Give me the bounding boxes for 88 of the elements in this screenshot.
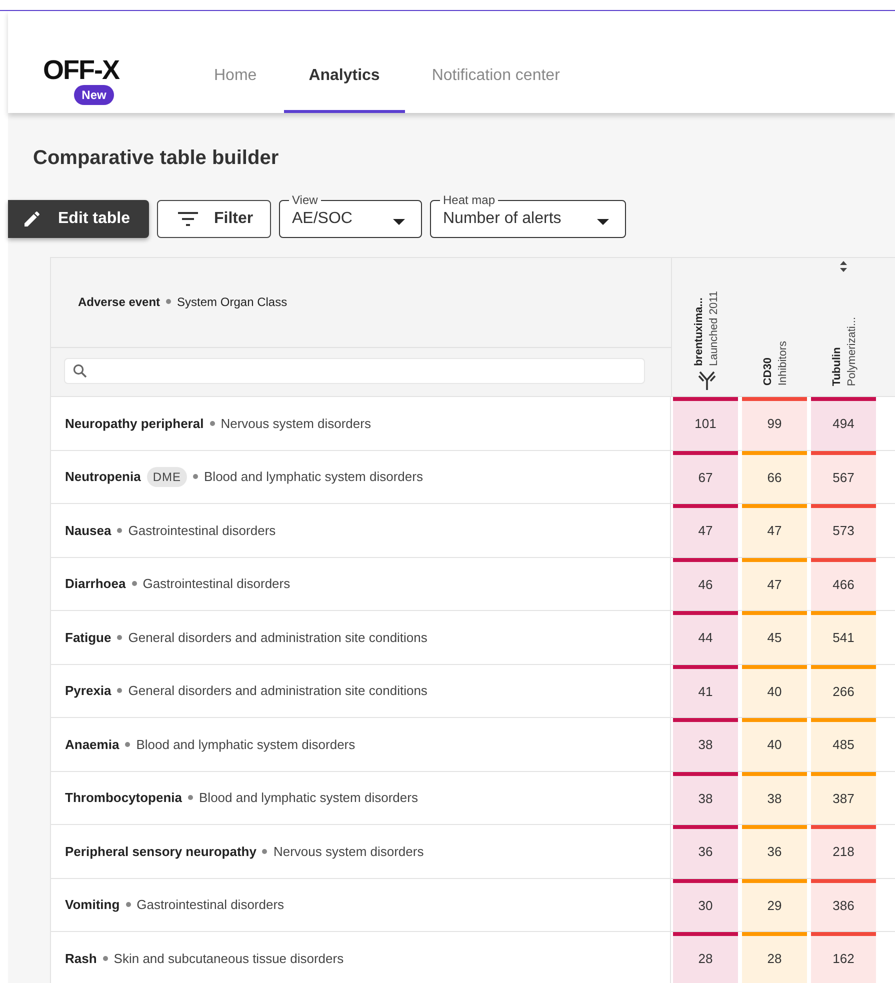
adverse-event: Neuropathy peripheral — [65, 416, 204, 431]
field-label: View — [291, 193, 319, 207]
heat-cell: 41 — [673, 664, 738, 717]
organ-class: General disorders and administration site conditions — [128, 630, 428, 645]
heat-cell: 387 — [811, 772, 876, 824]
dme-tag: DME — [146, 466, 188, 487]
heat-cell: 29 — [742, 878, 807, 931]
adverse-event: Rash — [65, 950, 97, 966]
filter-icon — [178, 212, 198, 226]
heat-cell: 38 — [742, 772, 807, 824]
page-title: Comparative table builder — [33, 147, 280, 171]
heat-cell: 541 — [811, 611, 876, 664]
heat-cell: 45 — [742, 611, 807, 664]
heat-cell: 44 — [673, 611, 738, 664]
heat-map-dropdown[interactable]: Heat map Number of alerts — [430, 193, 626, 238]
adverse-event: Diarrhoea — [65, 576, 126, 592]
heat-cell: 38 — [673, 718, 738, 770]
heat-cell: 101 — [673, 397, 738, 450]
nav-tab[interactable]: Home — [189, 11, 282, 113]
heat-cell: 40 — [742, 718, 807, 770]
antibody-icon — [698, 370, 716, 390]
column-subtitle: Inhibitors — [776, 341, 790, 386]
heat-cell: 386 — [811, 878, 876, 931]
field-label: Heat map — [442, 193, 496, 207]
adverse-event: Peripheral sensory neuropathy — [65, 844, 256, 859]
adverse-event: Nausea — [65, 522, 112, 538]
new-badge: New — [74, 85, 114, 105]
organ-class: Blood and lymphatic system disorders — [204, 469, 423, 484]
heat-cell: 47 — [742, 504, 807, 556]
dropdown-value: AE/SOC — [292, 210, 352, 229]
heat-cell: 28 — [673, 932, 738, 983]
column-header: Adverse event — [78, 294, 160, 308]
organ-class: Skin and subcutaneous tissue disorders — [114, 950, 344, 966]
column-header[interactable]: CD30 Inhibitors — [741, 258, 810, 396]
pencil-icon — [22, 209, 42, 229]
heat-cell: 36 — [673, 825, 738, 878]
heat-cell: 567 — [811, 450, 876, 503]
adverse-event: Pyrexia — [65, 683, 112, 698]
heat-cell: 218 — [811, 825, 876, 878]
heat-cell: 46 — [673, 558, 738, 610]
adverse-event: Fatigue — [65, 630, 112, 645]
heat-cell: 30 — [673, 878, 738, 931]
caret-icon — [597, 219, 609, 225]
column-subtitle: Launched 2011 — [708, 290, 720, 366]
heat-cell: 47 — [673, 504, 738, 556]
column-header: System Organ Class — [177, 294, 288, 308]
view-dropdown[interactable]: View AE/SOC — [279, 193, 422, 238]
organ-class: General disorders and administration site conditions — [128, 683, 428, 698]
search-icon — [73, 364, 87, 378]
organ-class: Nervous system disorders — [273, 844, 424, 859]
organ-class: Blood and lymphatic system disorders — [136, 736, 356, 752]
column-name: Tubulin — [830, 346, 844, 386]
dropdown-value: Number of alerts — [443, 210, 562, 229]
column-header[interactable]: brentuxima... Launched 2011 — [672, 258, 741, 396]
heat-cell: 28 — [742, 932, 807, 983]
nav-tab[interactable]: Notification center — [406, 11, 585, 113]
column-name: CD30 — [762, 356, 774, 386]
heat-cell: 67 — [673, 450, 738, 503]
filter-button[interactable]: Filter — [157, 200, 271, 238]
heat-cell: 36 — [742, 825, 807, 878]
column-subtitle: Polymerizati... — [846, 316, 858, 386]
adverse-event: Neutropenia — [65, 469, 141, 484]
column-header[interactable]: Tubulin Polymerizati... — [810, 258, 879, 396]
logo: OFF-X — [43, 55, 119, 85]
organ-class: Blood and lymphatic system disorders — [199, 790, 418, 806]
heat-cell: 162 — [811, 932, 876, 983]
sort-icon[interactable] — [840, 261, 847, 272]
heat-cell: 573 — [811, 504, 876, 556]
organ-class: Nervous system disorders — [220, 416, 371, 431]
search-field[interactable] — [64, 358, 645, 384]
caret-icon — [393, 219, 405, 225]
organ-class: Gastrointestinal disorders — [142, 576, 290, 592]
heat-cell: 485 — [811, 718, 876, 770]
heat-cell: 40 — [742, 664, 807, 717]
organ-class: Gastrointestinal disorders — [128, 522, 276, 538]
heat-cell: 466 — [811, 558, 876, 610]
heat-cell: 47 — [742, 558, 807, 610]
organ-class: Gastrointestinal disorders — [136, 897, 284, 912]
edit-table-button[interactable]: Edit table — [8, 200, 149, 238]
column-name: brentuxima... — [692, 296, 706, 366]
heat-cell: 66 — [742, 450, 807, 503]
heat-cell: 99 — [742, 397, 807, 450]
adverse-event: Thrombocytopenia — [65, 790, 182, 806]
heat-cell: 494 — [811, 397, 876, 450]
adverse-event: Vomiting — [65, 897, 120, 912]
heat-cell: 38 — [673, 772, 738, 824]
adverse-event: Anaemia — [65, 736, 120, 752]
heat-cell: 266 — [811, 664, 876, 717]
